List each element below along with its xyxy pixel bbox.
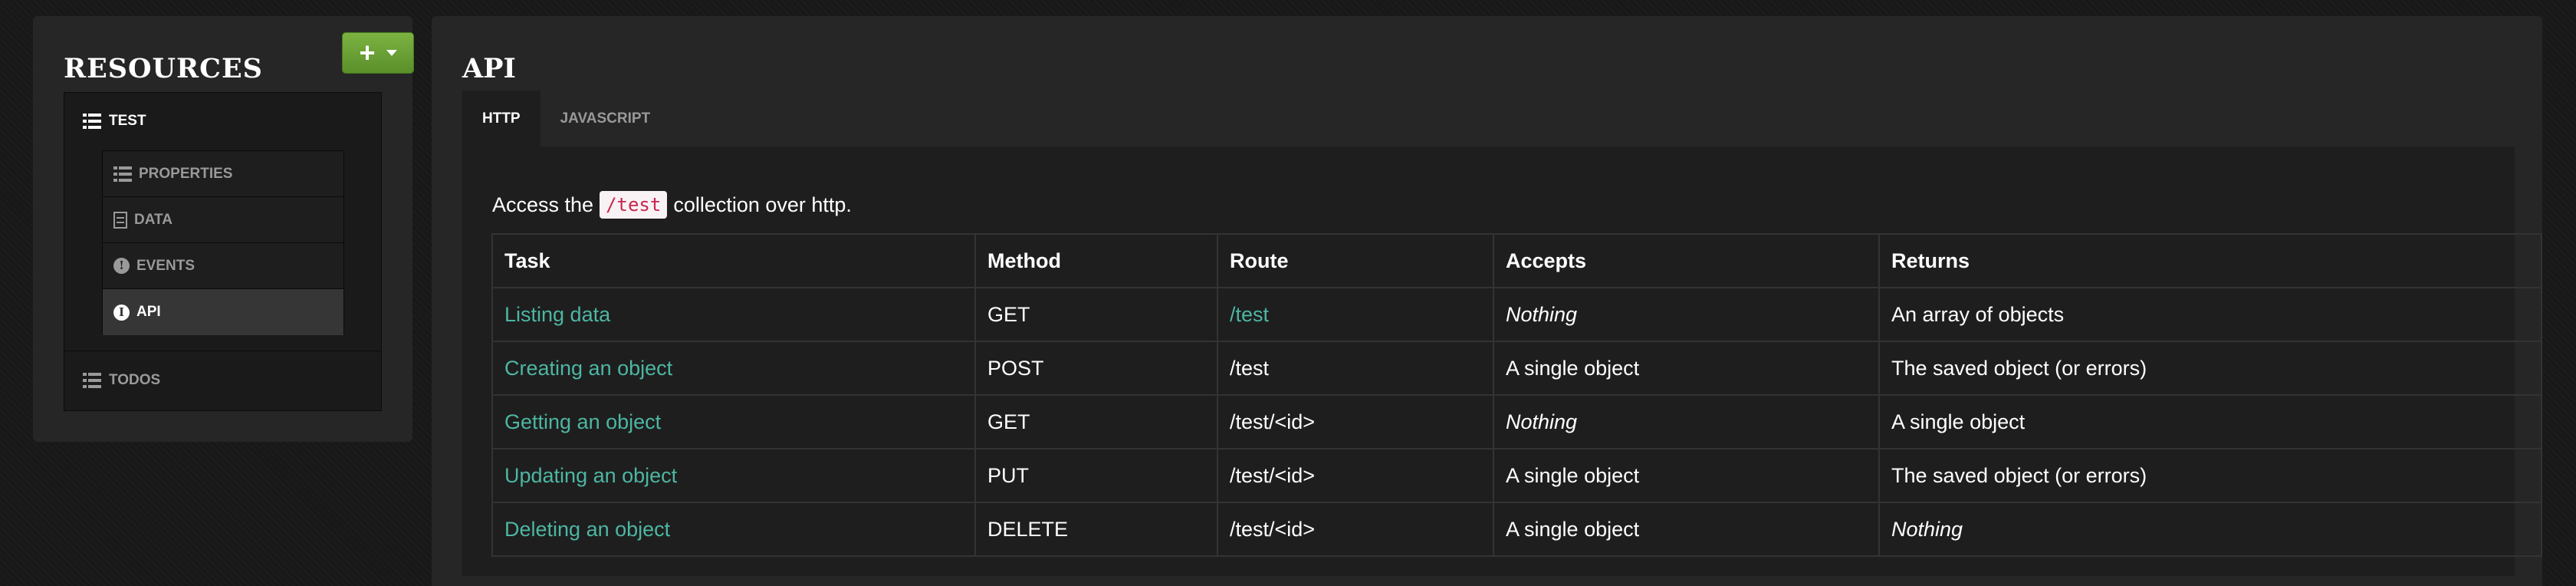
submenu-label: EVENTS — [136, 257, 196, 274]
submenu-item-properties[interactable]: PROPERTIES — [103, 151, 343, 197]
table-row: Getting an object GET /test/<id> Nothing… — [491, 394, 2542, 449]
column-header-route: Route — [1217, 233, 1494, 288]
submenu-item-data[interactable]: DATA — [103, 197, 343, 243]
table-row: Listing data GET /test Nothing An array … — [491, 287, 2542, 342]
column-header-task: Task — [491, 233, 976, 288]
list-icon — [113, 166, 132, 182]
task-cell: Listing data — [491, 287, 976, 342]
plus-icon: + — [359, 37, 376, 68]
resource-label: TODOS — [109, 372, 161, 388]
route-cell: /test — [1217, 341, 1494, 396]
document-icon — [113, 211, 127, 229]
task-link[interactable]: Deleting an object — [504, 518, 670, 541]
resource-submenu: PROPERTIES DATA ! EVENTS i API — [102, 150, 344, 335]
resource-item-test[interactable]: TEST — [83, 113, 146, 130]
returns-cell: The saved object (or errors) — [1878, 448, 2542, 503]
task-cell: Deleting an object — [491, 502, 976, 557]
page-title: API — [462, 53, 516, 84]
submenu-item-api[interactable]: i API — [103, 289, 343, 335]
intro-before: Access the — [492, 193, 594, 216]
returns-value: Nothing — [1891, 517, 1963, 541]
accepts-cell: Nothing — [1493, 394, 1880, 449]
route-link[interactable]: /test — [1230, 303, 1269, 326]
task-link[interactable]: Getting an object — [504, 410, 661, 433]
route-cell: /test/<id> — [1217, 394, 1494, 449]
accepts-cell: A single object — [1493, 341, 1880, 396]
exclamation-circle-icon: ! — [113, 258, 130, 274]
accepts-cell: A single object — [1493, 502, 1880, 557]
intro-after: collection over http. — [673, 193, 852, 216]
resource-label: TEST — [109, 113, 146, 129]
accepts-value: Nothing — [1506, 410, 1578, 433]
method-cell: GET — [974, 394, 1218, 449]
accepts-value: Nothing — [1506, 302, 1578, 326]
http-tab-pane: Access the /test collection over http. T… — [462, 146, 2542, 576]
resource-list: TEST PROPERTIES DATA ! EVENTS i API — [64, 92, 382, 411]
task-cell: Getting an object — [491, 394, 976, 449]
tab-bar: HTTP JAVASCRIPT — [462, 91, 670, 146]
method-cell: GET — [974, 287, 1218, 342]
add-resource-button[interactable]: + — [342, 32, 414, 74]
main-content: API HTTP JAVASCRIPT Access the /test col… — [432, 16, 2542, 586]
returns-cell: The saved object (or errors) — [1878, 341, 2542, 396]
route-cell: /test — [1217, 287, 1494, 342]
task-link[interactable]: Creating an object — [504, 357, 672, 380]
returns-cell: An array of objects — [1878, 287, 2542, 342]
task-cell: Updating an object — [491, 448, 976, 503]
intro-text: Access the /test collection over http. — [492, 191, 852, 219]
tab-http[interactable]: HTTP — [462, 91, 540, 146]
table-row: Deleting an object DELETE /test/<id> A s… — [491, 502, 2542, 557]
sidebar-title: RESOURCES — [64, 53, 263, 84]
table-header-row: Task Method Route Accepts Returns — [491, 233, 2542, 288]
task-link[interactable]: Updating an object — [504, 464, 677, 487]
route-cell: /test/<id> — [1217, 448, 1494, 503]
method-cell: DELETE — [974, 502, 1218, 557]
table-row: Creating an object POST /test A single o… — [491, 341, 2542, 396]
submenu-label: API — [136, 304, 161, 320]
accepts-cell: Nothing — [1493, 287, 1880, 342]
submenu-item-events[interactable]: ! EVENTS — [103, 243, 343, 289]
returns-cell: A single object — [1878, 394, 2542, 449]
list-icon — [83, 373, 101, 388]
table-row: Updating an object PUT /test/<id> A sing… — [491, 448, 2542, 503]
method-cell: PUT — [974, 448, 1218, 503]
list-icon — [83, 114, 101, 129]
route-cell: /test/<id> — [1217, 502, 1494, 557]
column-header-accepts: Accepts — [1493, 233, 1880, 288]
column-header-method: Method — [974, 233, 1218, 288]
caret-down-icon — [386, 50, 397, 56]
task-cell: Creating an object — [491, 341, 976, 396]
api-table: Task Method Route Accepts Returns Listin… — [491, 233, 2542, 557]
column-header-returns: Returns — [1878, 233, 2542, 288]
submenu-label: DATA — [134, 211, 172, 228]
task-link[interactable]: Listing data — [504, 303, 610, 326]
method-cell: POST — [974, 341, 1218, 396]
returns-cell: Nothing — [1878, 502, 2542, 557]
resource-item-todos[interactable]: TODOS — [83, 372, 160, 389]
collection-code: /test — [600, 191, 668, 219]
info-circle-icon: i — [113, 304, 130, 321]
submenu-label: PROPERTIES — [139, 165, 233, 182]
tab-javascript[interactable]: JAVASCRIPT — [540, 91, 671, 146]
accepts-cell: A single object — [1493, 448, 1880, 503]
